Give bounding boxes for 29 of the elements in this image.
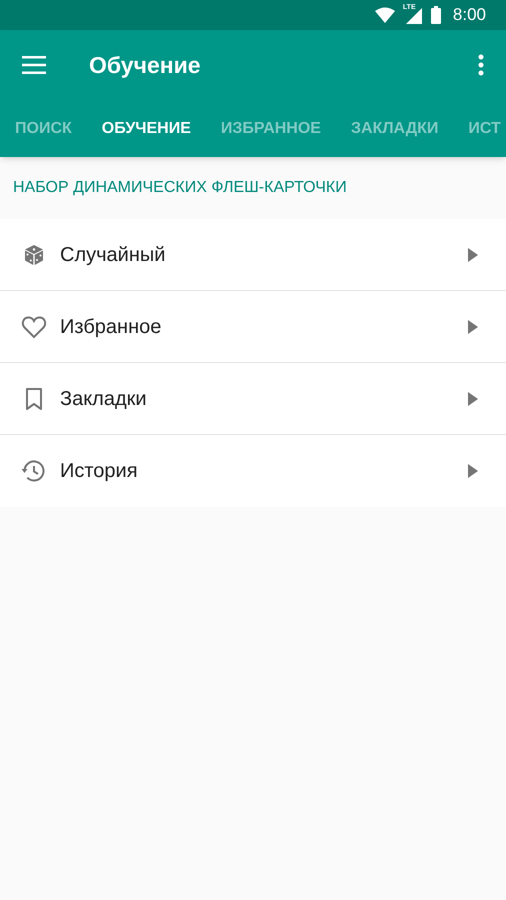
list-item[interactable]: Закладки <box>0 363 506 435</box>
more-options-icon[interactable] <box>478 54 484 76</box>
tab[interactable]: ИСТ <box>468 116 501 140</box>
signal-icon <box>406 8 422 24</box>
clock: 8:00 <box>452 4 486 26</box>
menu-icon[interactable] <box>22 56 46 74</box>
tab[interactable]: ОБУЧЕНИЕ <box>102 116 191 140</box>
item-label: Случайный <box>60 242 166 268</box>
play-arrow-icon <box>468 464 478 478</box>
tab[interactable]: ИЗБРАННОЕ <box>220 116 321 140</box>
tab[interactable]: ЗАКЛАДКИ <box>350 116 438 140</box>
tab[interactable]: ПОИСК <box>15 116 72 140</box>
history-icon <box>21 459 47 483</box>
list-item[interactable]: Избранное <box>0 291 506 363</box>
play-arrow-icon <box>468 248 478 262</box>
bookmark-icon <box>25 386 43 410</box>
item-label: История <box>60 459 139 484</box>
dice-icon <box>22 242 46 266</box>
list-item[interactable]: История <box>0 435 506 507</box>
item-label: Закладки <box>60 386 148 412</box>
heart-icon <box>21 314 47 338</box>
play-arrow-icon <box>468 392 478 406</box>
item-label: Избранное <box>60 314 162 340</box>
play-arrow-icon <box>468 320 478 334</box>
battery-icon <box>430 6 441 24</box>
app-title: Обучение <box>89 50 202 80</box>
list-item[interactable]: Случайный <box>0 219 506 291</box>
wifi-icon <box>374 7 395 23</box>
section-header: НАБОР ДИНАМИЧЕСКИХ ФЛЕШ-КАРТОЧКИ <box>12 178 348 198</box>
